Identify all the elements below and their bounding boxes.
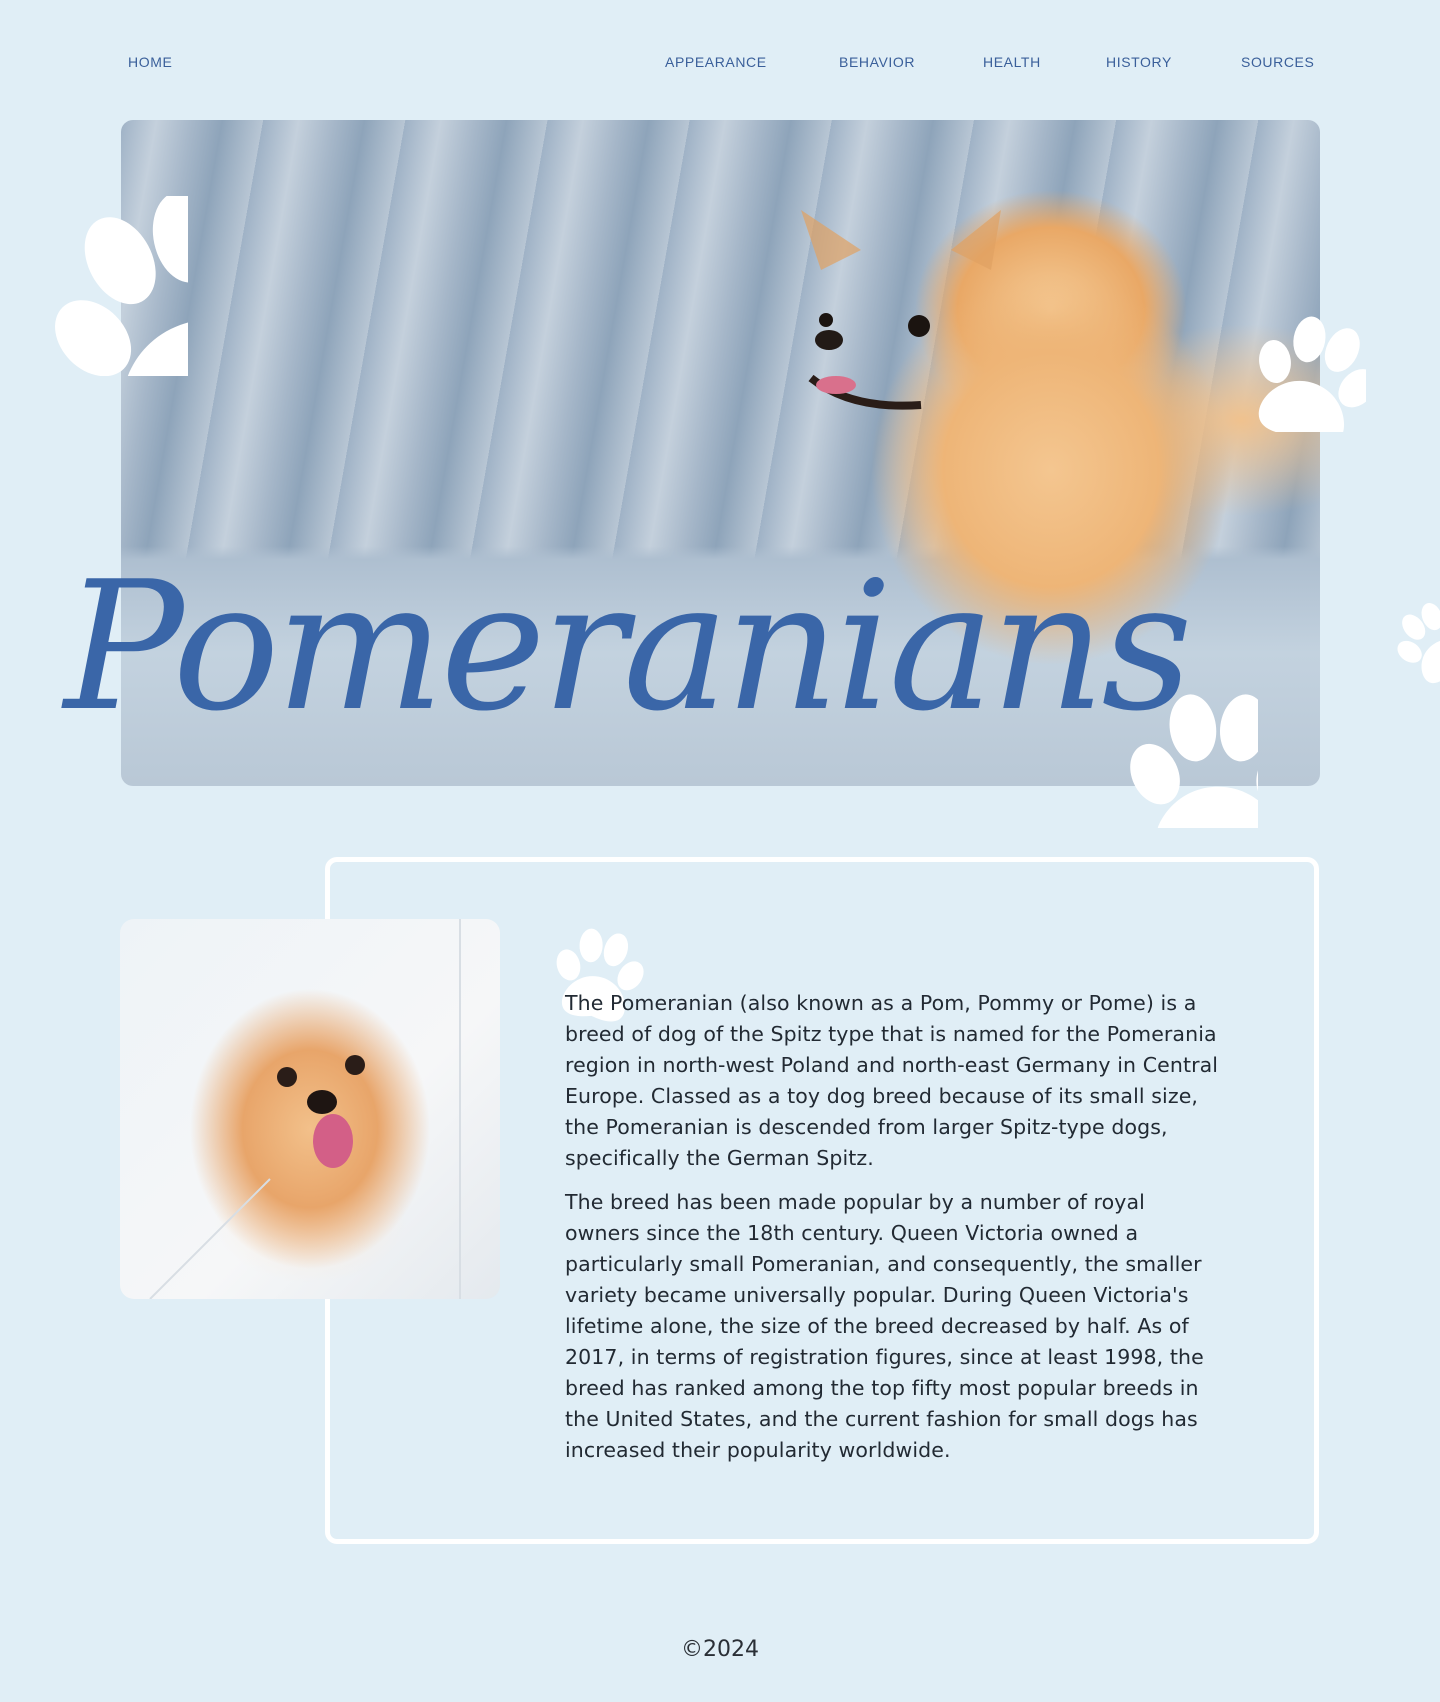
nav-health-link[interactable]: HEALTH [983,54,1041,70]
nav-behavior-link[interactable]: BEHAVIOR [839,54,915,70]
footer-copyright: ©2024 [681,1637,759,1662]
nav-sources-link[interactable]: SOURCES [1241,54,1314,70]
page-title: Pomeranians [64,543,1193,750]
nav-appearance-link[interactable]: APPEARANCE [665,54,767,70]
pomeranian-smiling-photo [120,919,500,1299]
paw-print-icon [1386,570,1440,690]
paw-print-icon [1113,678,1258,828]
paw-print-icon [18,196,188,376]
intro-paragraph: The Pomeranian (also known as a Pom, Pom… [565,991,1219,1170]
history-paragraph: The breed has been made popular by a num… [565,1190,1204,1462]
paw-print-icon [1246,302,1366,432]
nav-home-link[interactable]: HOME [128,54,172,70]
nav-history-link[interactable]: HISTORY [1106,54,1172,70]
